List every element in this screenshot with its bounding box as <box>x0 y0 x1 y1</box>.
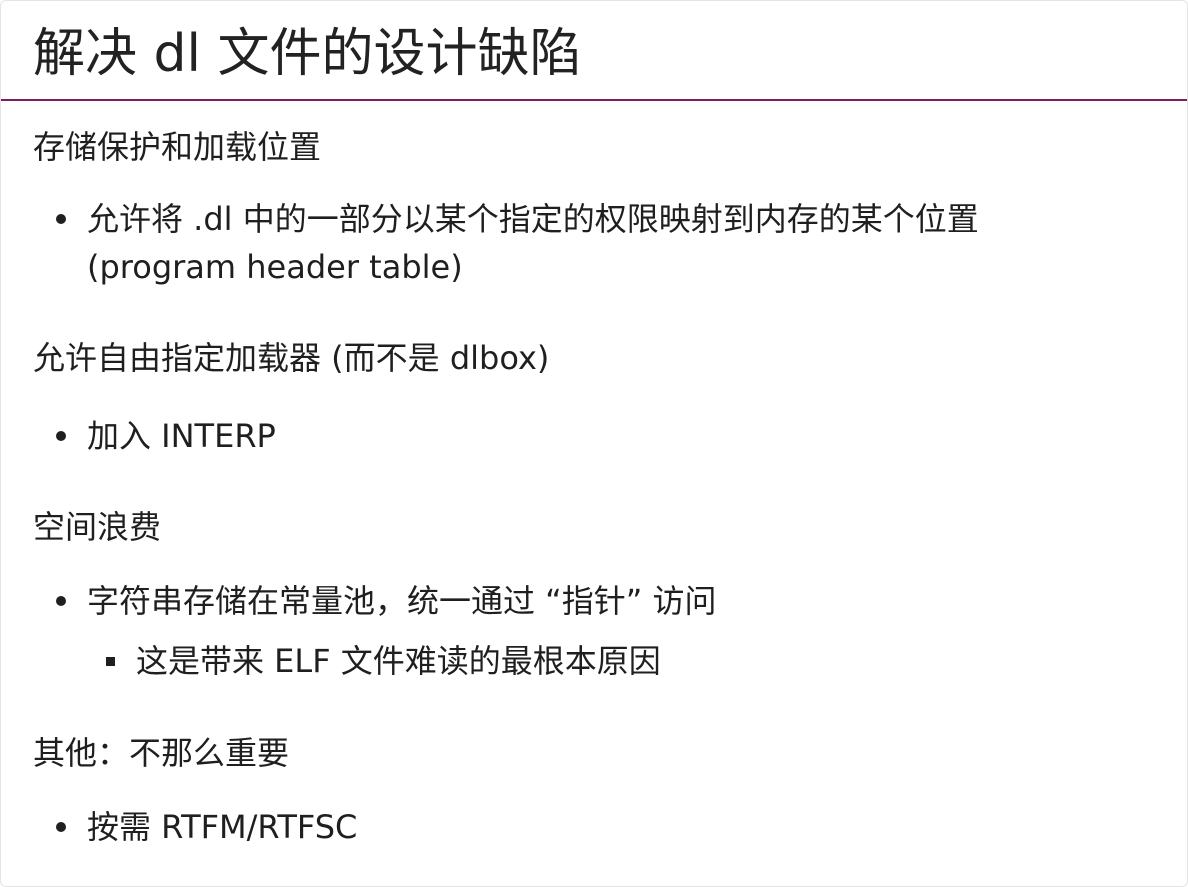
bullet-text: 加入 INTERP <box>87 417 276 455</box>
bullet-item-program-header-table: 允许将 .dl 中的一部分以某个指定的权限映射到内存的某个位置 (program… <box>56 195 1126 291</box>
bullet-text: 字符串存储在常量池，统一通过 “指针” 访问 <box>87 582 717 620</box>
bullet-item-rtfm-rtfsc: 按需 RTFM/RTFSC <box>56 803 1126 851</box>
section-heading-custom-loader: 允许自由指定加载器 (而不是 dlbox) <box>33 339 550 377</box>
bullet-item-interp: 加入 INTERP <box>56 412 1126 460</box>
subbullet-text: 这是带来 ELF 文件难读的最根本原因 <box>136 642 661 680</box>
bullet-text: 按需 RTFM/RTFSC <box>87 808 358 846</box>
section-heading-space-waste: 空间浪费 <box>33 508 162 546</box>
section-heading-others: 其他：不那么重要 <box>33 734 290 772</box>
bullet-dot-icon <box>56 822 66 832</box>
title-divider <box>1 99 1187 101</box>
bullet-dot-icon <box>56 431 66 441</box>
square-bullet-icon <box>106 657 115 666</box>
slide: 解决 dl 文件的设计缺陷 存储保护和加载位置 允许将 .dl 中的一部分以某个… <box>0 0 1188 887</box>
bullet-item-string-pool: 字符串存储在常量池，统一通过 “指针” 访问 <box>56 577 1126 625</box>
bullet-dot-icon <box>56 214 66 224</box>
bullet-text: 允许将 .dl 中的一部分以某个指定的权限映射到内存的某个位置 (program… <box>87 200 979 286</box>
subbullet-item-elf-hard-to-read: 这是带来 ELF 文件难读的最根本原因 <box>106 637 1106 685</box>
slide-title: 解决 dl 文件的设计缺陷 <box>33 24 582 84</box>
bullet-dot-icon <box>56 596 66 606</box>
section-heading-storage-protection: 存储保护和加载位置 <box>33 128 322 166</box>
